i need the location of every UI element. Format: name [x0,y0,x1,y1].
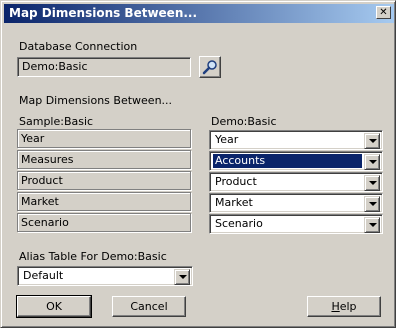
selected-value: Market [215,196,253,209]
chevron-down-icon[interactable] [364,133,380,149]
selected-value: Accounts [212,153,363,169]
ok-button[interactable]: OK [16,295,92,318]
target-dimension-select-year[interactable]: Year [209,130,383,150]
title-bar[interactable]: Map Dimensions Between... ✕ [4,4,394,23]
search-connection-icon [202,60,217,75]
help-mnemonic: H [331,300,340,313]
help-button[interactable]: Help [307,296,381,317]
selected-value: Product [215,175,257,188]
source-dimension-measures: Measures [17,150,191,169]
source-dimension-scenario: Scenario [17,213,191,232]
database-connection-field: Demo:Basic [17,57,191,77]
browse-connection-button[interactable] [199,56,221,78]
alias-table-label: Alias Table For Demo:Basic [19,250,167,263]
target-db-header: Demo:Basic [211,115,277,128]
selected-value: Default [23,269,64,282]
map-dimensions-dialog: Map Dimensions Between... ✕ Database Con… [0,0,396,328]
map-dimensions-heading: Map Dimensions Between... [19,94,173,107]
source-dimension-year: Year [17,129,191,148]
chevron-down-icon[interactable] [364,175,380,191]
database-connection-label: Database Connection [19,40,138,53]
selected-value: Year [215,133,239,146]
target-dimension-select-market[interactable]: Market [209,193,383,213]
chevron-down-icon[interactable] [364,196,380,212]
target-dimension-select-scenario[interactable]: Scenario [209,214,383,234]
source-db-header: Sample:Basic [19,115,94,128]
cancel-button[interactable]: Cancel [112,296,186,317]
selected-value: Scenario [215,217,263,230]
help-label: elp [339,300,357,313]
target-dimension-select-product[interactable]: Product [209,172,383,192]
chevron-down-icon[interactable] [364,217,380,233]
target-dimension-select-accounts[interactable]: Accounts [209,151,383,171]
alias-table-select[interactable]: Default [17,266,193,286]
chevron-down-icon[interactable] [364,154,380,170]
chevron-down-icon[interactable] [174,269,190,285]
window-title: Map Dimensions Between... [9,6,198,20]
source-dimension-market: Market [17,192,191,211]
close-icon[interactable]: ✕ [376,6,391,19]
source-dimension-product: Product [17,171,191,190]
